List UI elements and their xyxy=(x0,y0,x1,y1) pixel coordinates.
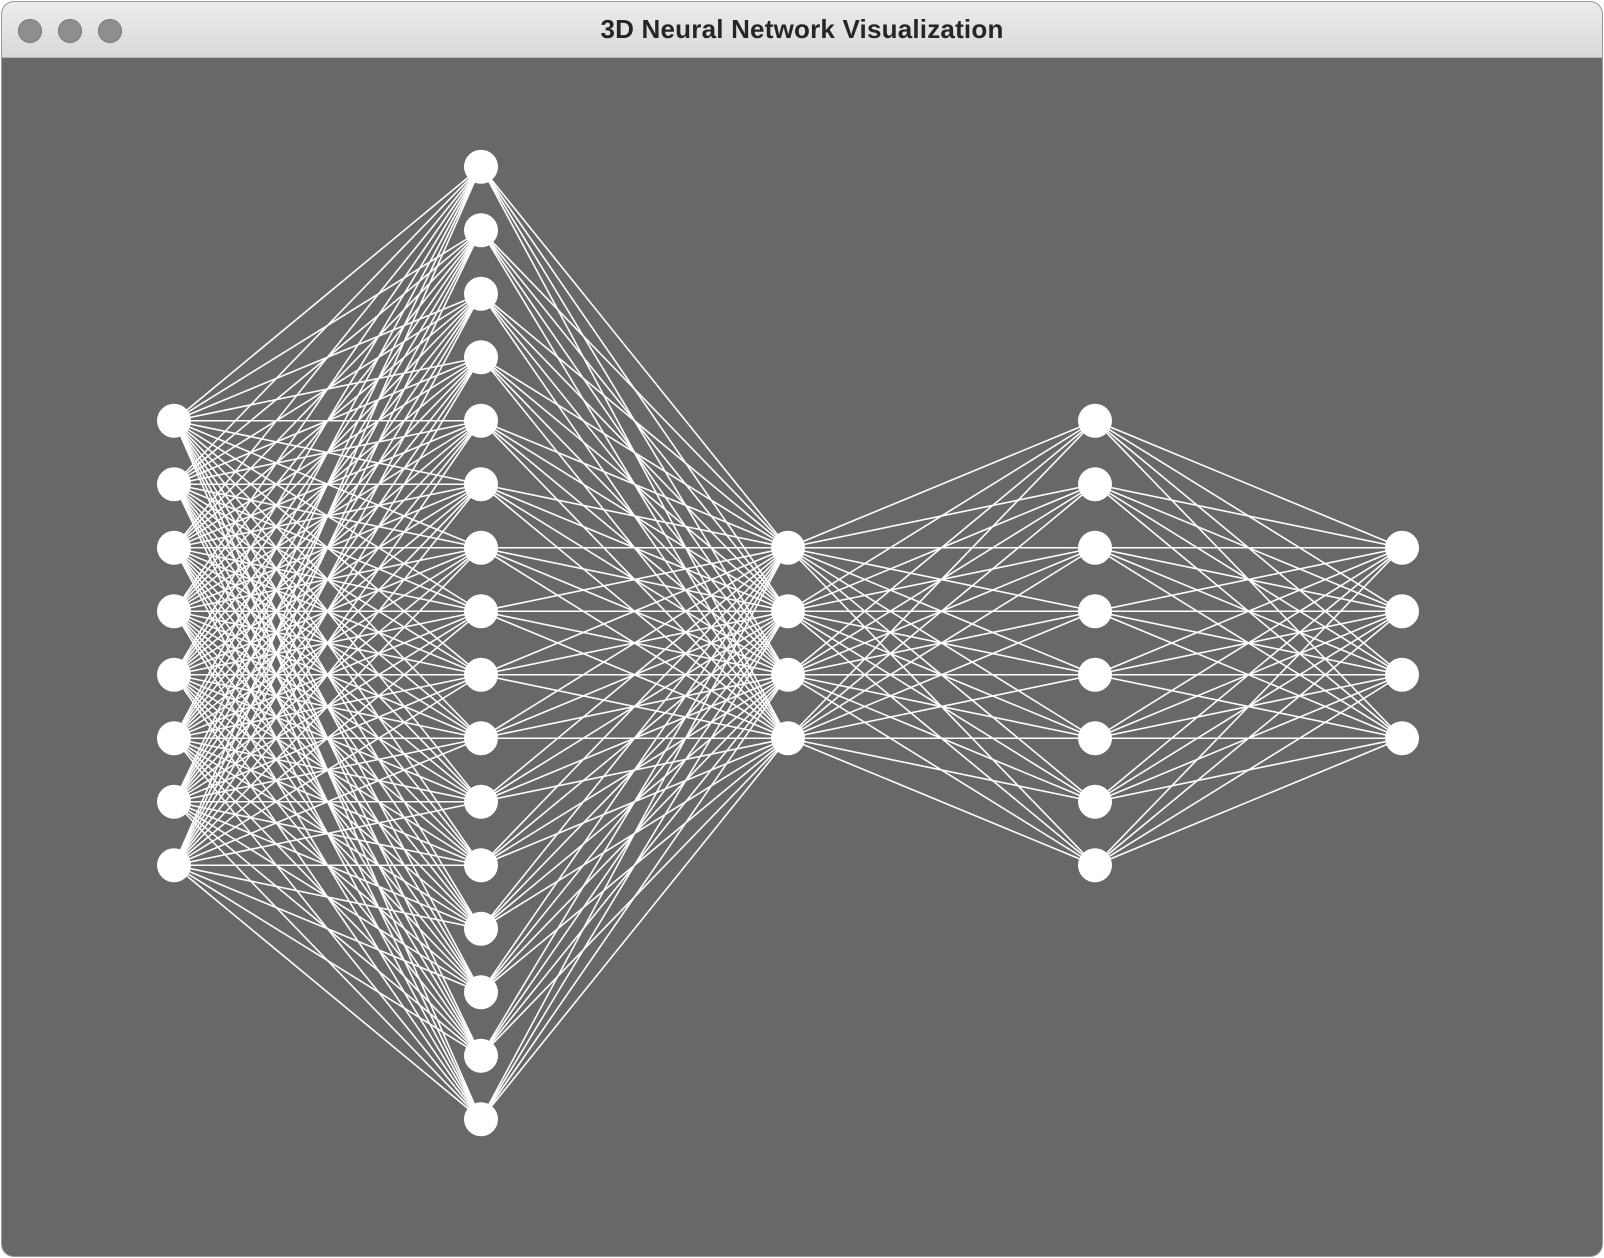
neuron-node-layer-1-0 xyxy=(464,149,498,184)
connection-line xyxy=(787,420,1096,549)
connection-line xyxy=(480,547,789,1120)
connection-line xyxy=(480,674,789,1120)
connection-line xyxy=(480,737,789,1120)
connection-line xyxy=(480,547,789,866)
app-window: 3D Neural Network Visualization xyxy=(2,2,1602,1256)
connection-line xyxy=(1094,547,1403,866)
neuron-node-layer-1-9 xyxy=(464,721,498,756)
connection-line xyxy=(480,610,789,1120)
connection-line xyxy=(1094,737,1403,866)
neuron-node-layer-3-6 xyxy=(1078,784,1112,819)
neuron-node-layer-4-1 xyxy=(1385,594,1419,629)
connection-line xyxy=(480,293,789,549)
neuron-node-layer-0-5 xyxy=(157,721,191,756)
neuron-node-layer-3-2 xyxy=(1078,530,1112,565)
neuron-node-layer-3-4 xyxy=(1078,657,1112,692)
neuron-node-layer-2-3 xyxy=(771,721,805,756)
neuron-node-layer-2-1 xyxy=(771,594,805,629)
neuron-node-layer-0-7 xyxy=(157,848,191,883)
neuron-node-layer-0-2 xyxy=(157,530,191,565)
connection-line xyxy=(787,420,1096,739)
neuron-node-layer-1-10 xyxy=(464,784,498,819)
connection-line xyxy=(480,483,789,549)
window-title: 3D Neural Network Visualization xyxy=(600,14,1004,44)
neuron-node-layer-0-3 xyxy=(157,594,191,629)
connection-line xyxy=(173,166,482,422)
neuron-node-layer-3-5 xyxy=(1078,721,1112,756)
neuron-node-layer-1-13 xyxy=(464,975,498,1010)
neuron-node-layer-1-14 xyxy=(464,1038,498,1073)
connection-line xyxy=(480,229,789,549)
connection-line xyxy=(787,737,1096,866)
connection-line xyxy=(173,166,482,739)
connection-line xyxy=(173,864,482,930)
neuron-node-layer-2-2 xyxy=(771,657,805,692)
connection-line xyxy=(480,547,789,1057)
connections-group xyxy=(173,166,1403,1120)
connection-line xyxy=(1094,483,1403,549)
neuron-node-layer-3-3 xyxy=(1078,594,1112,629)
connection-line xyxy=(173,864,482,993)
connection-line xyxy=(787,737,1096,803)
neuron-node-layer-0-6 xyxy=(157,784,191,819)
neuron-node-layer-2-0 xyxy=(771,530,805,565)
connection-line xyxy=(480,547,789,993)
neuron-node-layer-4-0 xyxy=(1385,530,1419,565)
neuron-node-layer-1-7 xyxy=(464,594,498,629)
neuron-node-layer-1-11 xyxy=(464,848,498,883)
title-bar[interactable]: 3D Neural Network Visualization xyxy=(2,2,1602,58)
neuron-node-layer-1-2 xyxy=(464,276,498,311)
connection-line xyxy=(480,356,789,549)
neuron-node-layer-1-4 xyxy=(464,403,498,438)
neuron-node-layer-3-1 xyxy=(1078,467,1112,502)
neuron-node-layer-1-1 xyxy=(464,213,498,248)
connection-line xyxy=(1094,674,1403,866)
connection-line xyxy=(787,420,1096,612)
neuron-node-layer-4-2 xyxy=(1385,657,1419,692)
connection-line xyxy=(480,420,789,549)
connection-line xyxy=(173,864,482,1120)
neuron-node-layer-1-15 xyxy=(464,1102,498,1137)
neural-network-diagram xyxy=(157,149,1419,1137)
neurons-group xyxy=(157,149,1419,1137)
neuron-node-layer-1-5 xyxy=(464,467,498,502)
visualization-canvas[interactable] xyxy=(2,58,1602,1256)
neuron-node-layer-4-3 xyxy=(1385,721,1419,756)
connection-line xyxy=(173,166,482,612)
neuron-node-layer-1-8 xyxy=(464,657,498,692)
connection-line xyxy=(1094,420,1403,549)
neuron-node-layer-0-0 xyxy=(157,403,191,438)
neuron-node-layer-0-4 xyxy=(157,657,191,692)
neuron-node-layer-1-6 xyxy=(464,530,498,565)
neuron-node-layer-1-3 xyxy=(464,340,498,375)
connection-line xyxy=(480,166,789,549)
neuron-node-layer-3-7 xyxy=(1078,848,1112,883)
neuron-node-layer-0-1 xyxy=(157,467,191,502)
neuron-node-layer-1-12 xyxy=(464,911,498,946)
connection-line xyxy=(173,166,482,549)
neuron-node-layer-3-0 xyxy=(1078,403,1112,438)
